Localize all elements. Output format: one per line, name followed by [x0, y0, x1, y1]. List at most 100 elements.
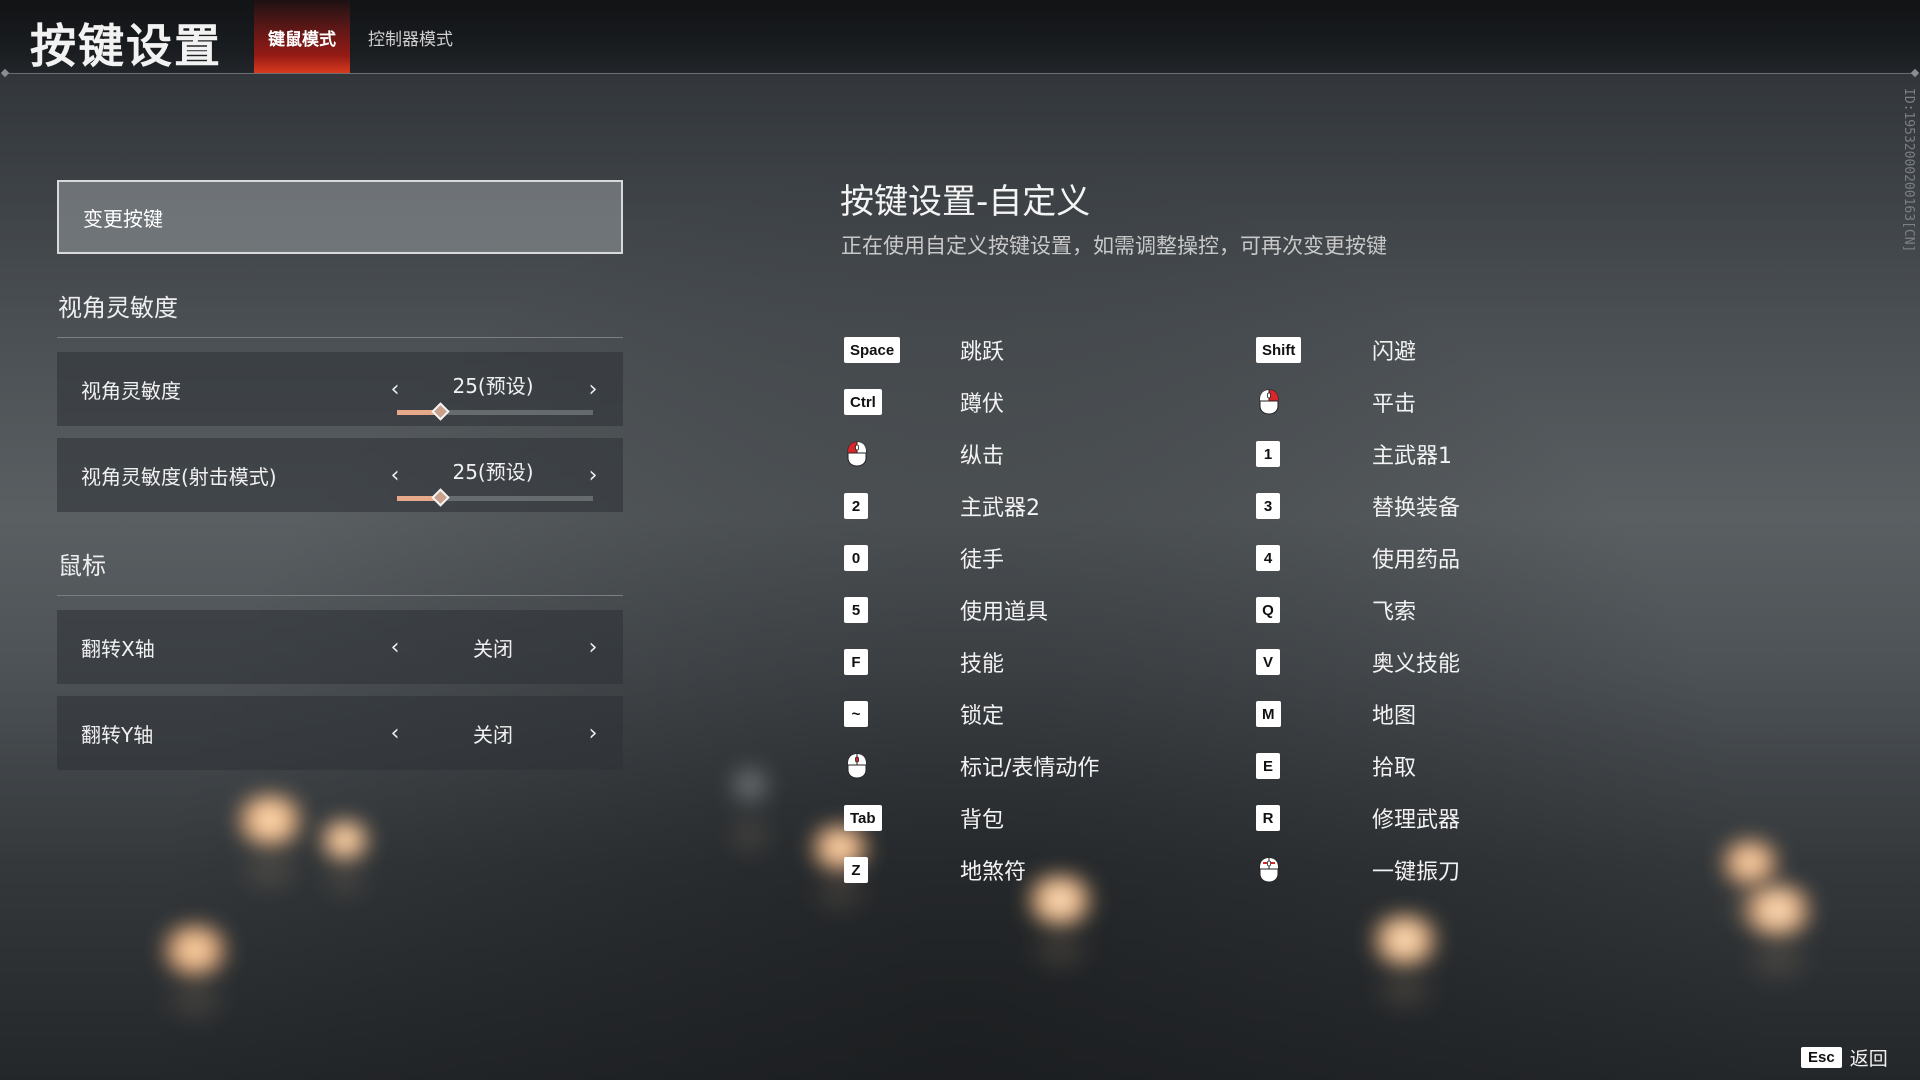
key-cap: 4: [1256, 545, 1280, 571]
chevron-right-icon[interactable]: ›: [578, 718, 608, 748]
key-binding-row: Tab 背包: [844, 803, 1164, 833]
action-label: 使用药品: [1372, 548, 1461, 573]
section-divider: [57, 595, 623, 596]
action-label: 拾取: [1372, 756, 1417, 781]
key-binding-row: V 奥义技能: [1256, 647, 1576, 677]
action-label: 地煞符: [960, 860, 1027, 885]
action-label: 奥义技能: [1372, 652, 1461, 677]
key-binding-row: Ctrl 蹲伏: [844, 387, 1164, 417]
action-label: 地图: [1372, 704, 1417, 729]
setting-value: 关闭: [473, 636, 513, 661]
key-binding-row: R 修理武器: [1256, 803, 1576, 833]
key-cap: Ctrl: [844, 389, 882, 415]
key-binding-row: E 拾取: [1256, 751, 1576, 781]
action-label: 蹲伏: [960, 392, 1005, 417]
key-cap: 0: [844, 545, 868, 571]
setting-row-view-sensitivity[interactable]: 视角灵敏度 ‹ 25(预设) ›: [57, 352, 623, 426]
key-cap: Z: [844, 857, 868, 883]
tab-controller[interactable]: 控制器模式: [356, 0, 465, 74]
mouse-both-click-icon: [1258, 857, 1280, 883]
setting-label: 翻转X轴: [81, 636, 155, 661]
action-label: 技能: [960, 652, 1005, 677]
setting-row-aim-sensitivity[interactable]: 视角灵敏度(射击模式) ‹ 25(预设) ›: [57, 438, 623, 512]
esc-key-icon: Esc: [1801, 1046, 1842, 1068]
chevron-right-icon[interactable]: ›: [578, 460, 608, 490]
action-label: 纵击: [960, 444, 1005, 469]
setting-label: 视角灵敏度(射击模式): [81, 464, 277, 489]
key-cap: V: [1256, 649, 1280, 675]
action-label: 标记/表情动作: [960, 756, 1100, 781]
key-binding-row: 一键振刀: [1256, 855, 1576, 885]
lantern-light: [315, 820, 375, 860]
key-cap: Tab: [844, 805, 882, 831]
key-binding-row: 5 使用道具: [844, 595, 1164, 625]
key-binding-row: M 地图: [1256, 699, 1576, 729]
setting-label: 视角灵敏度: [81, 378, 181, 403]
tab-keyboard-mouse[interactable]: 键鼠模式: [254, 0, 350, 74]
key-cap: E: [1256, 753, 1280, 779]
setting-value: 关闭: [473, 722, 513, 747]
key-cap: 1: [1256, 441, 1280, 467]
key-cap: Q: [1256, 597, 1280, 623]
build-id: ID:19532000200163[CN]: [1901, 88, 1916, 253]
setting-row-invert-y[interactable]: 翻转Y轴 ‹ 关闭 ›: [57, 696, 623, 770]
action-label: 一键振刀: [1372, 860, 1461, 885]
aim-sensitivity-slider[interactable]: [397, 488, 593, 507]
bindings-subtitle: 正在使用自定义按键设置，如需调整操控，可再次变更按键: [841, 234, 1387, 258]
section-title-sensitivity: 视角灵敏度: [58, 294, 178, 322]
action-label: 修理武器: [1372, 808, 1461, 833]
mouse-right-click-icon: [1258, 389, 1280, 415]
key-binding-row: Shift 闪避: [1256, 335, 1576, 365]
action-label: 替换装备: [1372, 496, 1461, 521]
change-keys-button[interactable]: 变更按键: [57, 180, 623, 254]
mouse-left-click-icon: [846, 441, 868, 467]
lantern-light: [1715, 840, 1785, 885]
fog-light: [725, 760, 775, 810]
key-binding-row: Z 地煞符: [844, 855, 1164, 885]
action-label: 背包: [960, 808, 1005, 833]
section-title-mouse: 鼠标: [58, 552, 106, 580]
chevron-right-icon[interactable]: ›: [578, 374, 608, 404]
back-label: 返回: [1849, 1047, 1888, 1070]
key-binding-row: 标记/表情动作: [844, 751, 1164, 781]
key-cap: M: [1256, 701, 1281, 727]
back-button[interactable]: Esc 返回: [1801, 1043, 1888, 1071]
key-binding-row: Q 飞索: [1256, 595, 1576, 625]
key-cap: 3: [1256, 493, 1280, 519]
key-cap: F: [844, 649, 868, 675]
chevron-left-icon[interactable]: ‹: [380, 718, 410, 748]
lantern-light: [1735, 885, 1820, 935]
key-cap: 5: [844, 597, 868, 623]
key-binding-row: 4 使用药品: [1256, 543, 1576, 573]
key-binding-row: Space 跳跃: [844, 335, 1164, 365]
chevron-left-icon[interactable]: ‹: [380, 374, 410, 404]
action-label: 锁定: [960, 704, 1005, 729]
sensitivity-slider[interactable]: [397, 402, 593, 421]
key-binding-row: 平击: [1256, 387, 1576, 417]
lantern-light: [155, 925, 235, 975]
action-label: 平击: [1372, 392, 1417, 417]
key-binding-row: F 技能: [844, 647, 1164, 677]
key-binding-row: 0 徒手: [844, 543, 1164, 573]
key-cap: R: [1256, 805, 1280, 831]
section-divider: [57, 337, 623, 338]
chevron-left-icon[interactable]: ‹: [380, 632, 410, 662]
chevron-left-icon[interactable]: ‹: [380, 460, 410, 490]
action-label: 闪避: [1372, 340, 1417, 365]
key-binding-row: 3 替换装备: [1256, 491, 1576, 521]
setting-row-invert-x[interactable]: 翻转X轴 ‹ 关闭 ›: [57, 610, 623, 684]
top-bar: 按键设置 键鼠模式 控制器模式: [0, 0, 1920, 74]
action-label: 飞索: [1372, 600, 1417, 625]
key-cap: 2: [844, 493, 868, 519]
lantern-light: [230, 795, 310, 845]
bindings-title: 按键设置-自定义: [840, 182, 1091, 222]
action-label: 徒手: [960, 548, 1005, 573]
action-label: 主武器2: [960, 496, 1040, 521]
header-divider: [6, 73, 1914, 74]
chevron-right-icon[interactable]: ›: [578, 632, 608, 662]
page-title: 按键设置: [30, 19, 222, 73]
key-binding-row: 纵击: [844, 439, 1164, 469]
lantern-light: [1365, 915, 1445, 965]
key-cap: Shift: [1256, 337, 1302, 363]
mouse-middle-click-icon: [846, 753, 868, 779]
